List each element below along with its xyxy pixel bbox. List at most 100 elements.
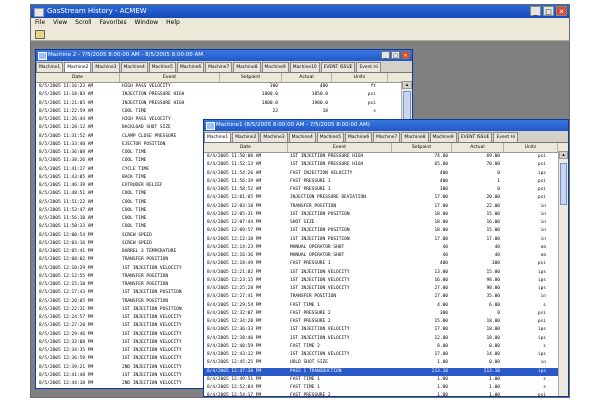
maximize-icon[interactable]: □ <box>543 6 554 16</box>
tab-machine[interactable]: Event Hi <box>356 62 381 72</box>
tab-machine[interactable]: Machine7 <box>373 132 401 142</box>
table-row[interactable]: 8/4/2005 12:38:46 PM 1ST INJECTION VELOCI… <box>204 335 568 343</box>
cell-date: 8/5/2005 11:22:59 AM <box>39 108 94 114</box>
cell-event: FAST PRESSURE 1 <box>290 187 331 192</box>
tab-machine[interactable]: Machine6 <box>176 62 205 72</box>
tab-machine[interactable]: Machine8 <box>401 132 429 142</box>
table-row[interactable]: 8/4/2005 11:52:13 AM 1ST INJECTION PRESSU… <box>204 161 568 169</box>
tab-machine[interactable]: Machine1 <box>36 62 64 72</box>
column-header-setpoint[interactable]: Setpoint <box>392 143 452 152</box>
table-row[interactable]: 8/4/2005 12:05:31 PM 1ST INJECTION POSITI… <box>204 211 568 219</box>
tab-machine[interactable]: Machine10 <box>289 62 320 72</box>
close-icon[interactable]: ✕ <box>556 6 567 16</box>
table-row[interactable]: 8/5/2005 11:18:03 AM INJECTION PRESSURE H… <box>36 91 412 99</box>
table-row[interactable]: 8/4/2005 12:32:07 PM FAST PRESSURE 2 300 0 p… <box>204 310 568 318</box>
table-row[interactable]: 8/4/2005 12:52:04 PM FAST TIME 1 1.00 1.00 s <box>204 384 568 392</box>
tab-machine[interactable]: Machine4 <box>120 62 148 72</box>
tab-machine[interactable]: Machine7 <box>205 62 233 72</box>
table-row[interactable]: 8/4/2005 12:21:02 PM 1ST INJECTION VELOCI… <box>204 269 568 277</box>
tab-machine[interactable]: Machine6 <box>344 132 373 142</box>
column-header-event[interactable]: Event <box>288 143 392 152</box>
table-row[interactable]: 8/4/2005 12:25:28 PM 1ST INJECTION VELOCI… <box>204 285 568 293</box>
history-window-machine1[interactable]: Machine1 (8/5/2005 8:00:00 AM - 7/5/2005… <box>203 119 569 397</box>
table-row[interactable]: 8/4/2005 12:14:23 PM MANUAL OPERATOR SHOT… <box>204 244 568 252</box>
table-row[interactable]: 8/4/2005 12:49:51 PM FAST TIME 1 1.00 1.00 s <box>204 376 568 384</box>
tab-machine[interactable]: Machine1 <box>204 132 232 142</box>
table-row[interactable]: 8/4/2005 12:40:59 PM FAST TIME 2 8.00 0.00 s <box>204 343 568 351</box>
table-row[interactable]: 8/4/2005 12:09:57 PM 1ST INJECTION POSITI… <box>204 227 568 235</box>
column-header-units[interactable]: Units <box>332 73 388 82</box>
close-icon[interactable]: ✕ <box>401 51 410 59</box>
window-titlebar[interactable]: Machine1 (8/5/2005 8:00:00 AM - 7/5/2005… <box>204 120 568 131</box>
menu-file[interactable]: File <box>35 19 45 26</box>
table-row[interactable]: 8/4/2005 12:47:38 PM PASS 1 TRANSDUCTION 2… <box>204 367 568 376</box>
table-row[interactable]: 8/5/2005 11:22:59 AM COOL TIME 22 18 s <box>36 108 412 116</box>
cell-units: ips <box>537 335 546 341</box>
menu-help[interactable]: Help <box>166 19 180 26</box>
menu-scroll[interactable]: Scroll <box>75 19 91 26</box>
tab-machine[interactable]: Machine9 <box>429 132 457 142</box>
vertical-scrollbar[interactable]: ▴ <box>558 151 568 396</box>
table-row[interactable]: 8/4/2005 12:16:36 PM MANUAL OPERATOR SHOT… <box>204 252 568 260</box>
cell-date: 8/5/2005 11:56:10 AM <box>39 216 94 221</box>
menu-favorites[interactable]: Favorites <box>100 19 127 26</box>
tab-machine[interactable]: Event Hi <box>493 132 518 142</box>
table-row[interactable]: 8/4/2005 11:58:52 AM FAST PRESSURE 1 300 0 p… <box>204 186 568 194</box>
scroll-up-icon[interactable]: ▴ <box>559 151 568 159</box>
cell-date: 8/4/2005 12:32:07 PM <box>207 310 262 316</box>
tab-machine[interactable]: Machine2 <box>232 132 260 142</box>
menu-window[interactable]: Window <box>135 19 159 26</box>
table-row[interactable]: 8/4/2005 11:50:00 AM 1ST INJECTION PRESSU… <box>204 153 568 161</box>
table-row[interactable]: 8/4/2005 12:54:17 PM FAST PRESSURE 2 1.00 1… <box>204 392 568 397</box>
tab-machine[interactable]: Machine4 <box>288 132 316 142</box>
tab-machine[interactable]: Machine5 <box>148 62 176 72</box>
cell-date: 8/5/2005 12:24:57 PM <box>39 315 94 320</box>
column-header-date[interactable]: Date <box>204 143 288 152</box>
menu-view[interactable]: View <box>53 19 67 26</box>
open-folder-icon[interactable] <box>35 30 45 39</box>
minimize-icon[interactable]: _ <box>530 6 541 16</box>
table-row[interactable]: 8/4/2005 12:23:15 PM 1ST INJECTION VELOCI… <box>204 277 568 285</box>
table-row[interactable]: 8/4/2005 12:18:49 PM FAST PRESSURE 1 400 30… <box>204 260 568 268</box>
cell-event: 1ST INJECTION PRESSURE HIGH <box>290 162 364 168</box>
column-header-setpoint[interactable]: Setpoint <box>220 73 282 82</box>
tab-machine[interactable]: EVENT ISSUE <box>457 132 493 142</box>
table-row[interactable]: 8/4/2005 12:43:12 PM 1ST INJECTION VELOCI… <box>204 351 568 359</box>
cell-actual: 18 <box>322 108 328 114</box>
tab-machine[interactable]: EVENT ISSUE <box>320 62 356 72</box>
column-header-units[interactable]: Units <box>504 143 558 152</box>
column-header-actual[interactable]: Actual <box>452 143 504 152</box>
scroll-thumb[interactable] <box>560 163 567 205</box>
column-header-date[interactable]: Date <box>36 73 120 82</box>
tab-machine[interactable]: Machine5 <box>316 132 344 142</box>
table-row[interactable]: 8/5/2005 11:16:23 AM HIGH PASS VELOCITY 30… <box>36 83 412 91</box>
table-row[interactable]: 8/4/2005 11:56:39 AM FAST PRESSURE 1 400 1 p… <box>204 178 568 186</box>
table-row[interactable]: 8/4/2005 11:54:26 AM FAST INJECTION VELOC… <box>204 170 568 178</box>
cell-setpoint: 74.00 <box>434 154 448 159</box>
table-row[interactable]: 8/4/2005 12:03:18 PM TRANSFER POSITION 17.… <box>204 203 568 211</box>
cell-actual: 14.00 <box>486 352 500 357</box>
tab-machine[interactable]: Machine8 <box>233 62 261 72</box>
maximize-icon[interactable]: □ <box>391 51 400 59</box>
tab-machine[interactable]: Machine9 <box>261 62 289 72</box>
table-row[interactable]: 8/4/2005 12:27:41 PM TRANSFER POSITION 27.… <box>204 293 568 301</box>
table-row[interactable]: 8/4/2005 12:12:10 PM 1ST INJECTION POSITI… <box>204 236 568 244</box>
cell-units: psi <box>537 393 546 397</box>
table-row[interactable]: 8/4/2005 12:34:20 PM FAST PRESSURE 2 15.00… <box>204 318 568 326</box>
tab-machine[interactable]: Machine2 <box>64 62 92 72</box>
column-header-event[interactable]: Event <box>120 73 220 82</box>
cell-date: 8/5/2005 12:36:59 PM <box>39 356 94 362</box>
table-row[interactable]: 8/4/2005 12:07:44 PM SHOT SIZE 18.00 16.00 i… <box>204 219 568 227</box>
app-titlebar[interactable]: GasStream History - ACMEW _ □ ✕ <box>31 5 569 18</box>
column-header-actual[interactable]: Actual <box>282 73 332 82</box>
table-row[interactable]: 8/4/2005 12:01:05 PM INJECTION PRESSURE D… <box>204 194 568 202</box>
tab-machine[interactable]: Machine3 <box>260 132 288 142</box>
tab-machine[interactable]: Machine3 <box>92 62 120 72</box>
scroll-up-icon[interactable]: ▴ <box>402 81 412 89</box>
table-row[interactable]: 8/4/2005 12:29:54 PM FAST TIME 1 4.00 6.00 s <box>204 302 568 310</box>
table-row[interactable]: 8/5/2005 11:21:05 AM INJECTION PRESSURE H… <box>36 100 412 108</box>
window-titlebar[interactable]: Machine 2 - 7/5/2005 8:00:00 AM - 8/5/20… <box>36 50 412 61</box>
table-row[interactable]: 8/4/2005 12:45:25 PM HOLD SHOT SIZE 1.00 0.… <box>204 359 568 367</box>
table-row[interactable]: 8/4/2005 12:36:33 PM 1ST INJECTION VELOCI… <box>204 326 568 334</box>
minimize-icon[interactable]: _ <box>381 51 390 59</box>
